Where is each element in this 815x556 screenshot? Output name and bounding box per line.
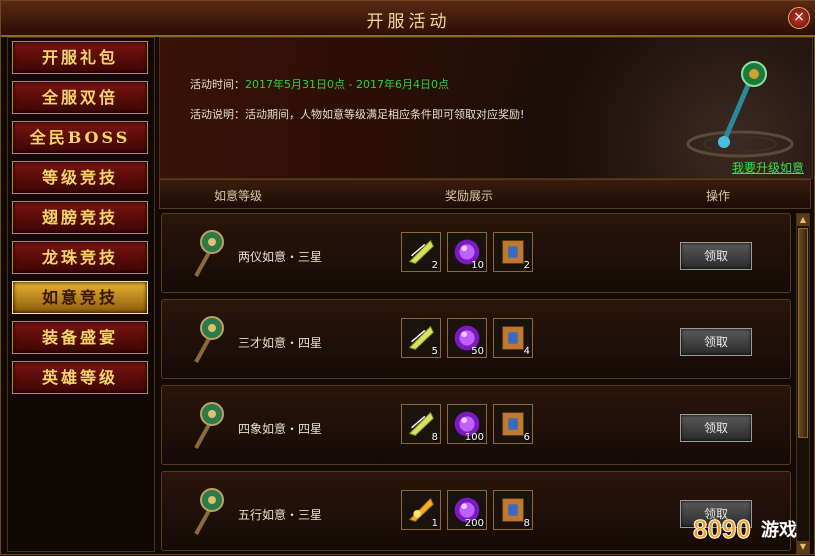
reward-count: 100 [464,432,484,443]
column-header: 如意等级 奖励展示 操作 [159,179,811,209]
activity-window: 开服活动 × 开服礼包全服双倍全民BOSS 等级竞技翅膀竞技龙珠竞技如意竞技装备盛… [0,0,815,555]
scroll-up-arrow-icon[interactable]: ▲ [797,214,809,226]
reward-count: 8 [431,432,438,443]
reward-row: 三才如意・四星 5 50 4 领取 [161,299,791,379]
claim-button[interactable]: 领取 [680,328,752,356]
sidebar-item-8[interactable]: 英雄等级 [12,361,148,394]
purple-orb-icon[interactable]: 10 [447,232,487,272]
upgrade-ruyi-link[interactable]: 我要升级如意 [732,159,804,176]
close-button[interactable]: × [788,7,810,29]
column-level: 如意等级 [214,189,263,203]
reward-count: 50 [471,346,484,357]
sidebar-item-2[interactable]: 全民BOSS [12,121,148,154]
column-action: 操作 [706,189,731,203]
ruyi-level-name: 三才如意・四星 [238,336,323,350]
reward-count: 2 [431,260,438,271]
window-title: 开服活动 [366,12,451,32]
reward-count: 2 [523,260,530,271]
claim-button[interactable]: 领取 [680,414,752,442]
sidebar-item-3[interactable]: 等级竞技 [12,161,148,194]
sidebar: 开服礼包全服双倍全民BOSS 等级竞技翅膀竞技龙珠竞技如意竞技装备盛宴英雄等级 [7,37,155,552]
sidebar-item-6[interactable]: 如意竞技 [12,281,148,314]
reward-row: 两仪如意・三星 2 10 2 领取 [161,213,791,293]
ruyi-scepter-icon [182,484,232,540]
claim-button[interactable]: 领取 [680,242,752,270]
reward-count: 6 [523,432,530,443]
ruyi-scepter-icon [182,312,232,368]
sidebar-item-4[interactable]: 翅膀竞技 [12,201,148,234]
reward-count: 1 [431,518,438,529]
wing-feather-icon[interactable]: 8 [401,404,441,444]
scroll-icon[interactable]: 4 [493,318,533,358]
activity-time: 活动时间：2017年5月31日0点 - 2017年6月4日0点 [190,76,449,92]
reward-count: 200 [464,518,484,529]
activity-time-value: 2017年5月31日0点 - 2017年6月4日0点 [245,78,449,91]
site-watermark-logo: 8090 游戏 [693,514,798,545]
reward-row: 四象如意・四星 8 100 6 领取 [161,385,791,465]
sidebar-item-1[interactable]: 全服双倍 [12,81,148,114]
scroll-icon[interactable]: 6 [493,404,533,444]
reward-count: 10 [471,260,484,271]
sidebar-item-5[interactable]: 龙珠竞技 [12,241,148,274]
ruyi-scepter-icon [182,226,232,282]
reward-list: 两仪如意・三星 2 10 2 领取 三才如意・四星 5 50 4 领取 四象如意・四星 8 100 6 领取… [159,211,793,556]
svg-text:8090: 8090 [693,514,751,544]
purple-orb-icon[interactable]: 200 [447,490,487,530]
golden-wing-icon[interactable]: 1 [401,490,441,530]
ruyi-level-name: 两仪如意・三星 [238,250,323,264]
scroll-thumb[interactable] [798,228,808,438]
ruyi-artifact-image [686,61,794,158]
ruyi-scepter-icon [182,398,232,454]
sidebar-item-7[interactable]: 装备盛宴 [12,321,148,354]
scroll-icon[interactable]: 2 [493,232,533,272]
scroll-icon[interactable]: 8 [493,490,533,530]
svg-text:游戏: 游戏 [761,519,797,541]
reward-count: 5 [431,346,438,357]
ruyi-level-name: 五行如意・三星 [238,508,323,522]
activity-description-value: 活动期间，人物如意等级满足相应条件即可领取对应奖励! [245,108,525,121]
activity-description-label: 活动说明： [190,108,245,121]
activity-time-label: 活动时间： [190,78,245,91]
purple-orb-icon[interactable]: 50 [447,318,487,358]
purple-orb-icon[interactable]: 100 [447,404,487,444]
reward-count: 8 [523,518,530,529]
activity-description: 活动说明：活动期间，人物如意等级满足相应条件即可领取对应奖励! [190,106,524,122]
reward-count: 4 [523,346,530,357]
list-scrollbar[interactable]: ▲ ▼ [796,213,810,554]
title-bar: 开服活动 × [1,1,815,37]
column-rewards: 奖励展示 [445,189,494,203]
activity-banner: 活动时间：2017年5月31日0点 - 2017年6月4日0点 活动说明：活动期… [159,37,813,179]
wing-feather-icon[interactable]: 5 [401,318,441,358]
wing-feather-icon[interactable]: 2 [401,232,441,272]
ruyi-level-name: 四象如意・四星 [238,422,323,436]
sidebar-item-0[interactable]: 开服礼包 [12,41,148,74]
